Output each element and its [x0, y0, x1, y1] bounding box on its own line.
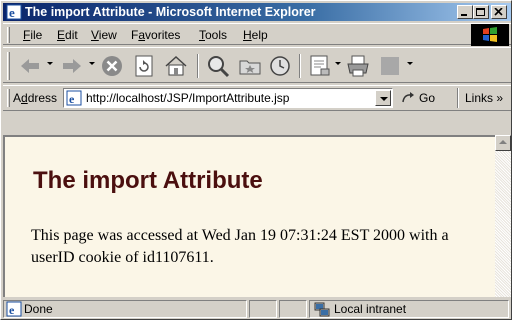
minimize-button[interactable]	[457, 5, 473, 19]
menu-file-label: ile	[30, 28, 43, 42]
address-dropdown-button[interactable]	[375, 90, 391, 106]
menu-help-label: elp	[251, 28, 268, 42]
forward-dropdown-icon[interactable]	[89, 62, 95, 65]
address-label-pre: A	[13, 91, 22, 105]
edit-icon[interactable]	[377, 53, 403, 79]
browser-window: e The import Attribute - Microsoft Inter…	[0, 0, 512, 320]
mail-icon[interactable]	[307, 53, 333, 79]
status-bar: e Done Local intranet	[3, 299, 511, 319]
ie-logo-icon: e	[6, 4, 22, 20]
menu-view-label: iew	[98, 28, 117, 42]
close-button[interactable]	[491, 5, 507, 19]
zone-text: Local intranet	[334, 302, 407, 316]
status-pane-3	[279, 300, 307, 318]
history-icon[interactable]	[267, 53, 293, 79]
address-label-rest: dress	[27, 91, 58, 105]
status-pane-zone: Local intranet	[309, 300, 509, 318]
go-arrow-icon	[402, 92, 414, 103]
menu-edit-key: E	[57, 28, 66, 42]
print-icon[interactable]	[345, 53, 371, 79]
menu-favorites[interactable]: Favorites	[131, 27, 180, 43]
menu-help-key: H	[243, 28, 252, 42]
status-pane-main: e Done	[3, 300, 247, 318]
address-url: http://localhost/JSP/ImportAttribute.jsp	[86, 91, 290, 105]
search-icon[interactable]	[205, 53, 231, 79]
page-done-icon: e	[6, 301, 22, 317]
menu-view-key: V	[91, 28, 99, 42]
menu-bar: File Edit View Favorites Tools Help	[3, 23, 511, 46]
favorites-icon[interactable]	[237, 53, 263, 79]
windows-logo-throbber	[471, 24, 509, 46]
back-icon[interactable]	[17, 53, 43, 79]
menu-grip[interactable]	[7, 27, 10, 43]
forward-icon[interactable]	[59, 53, 85, 79]
home-icon[interactable]	[163, 53, 189, 79]
mail-dropdown-icon[interactable]	[335, 62, 341, 65]
menu-edit[interactable]: Edit	[57, 27, 78, 43]
status-pane-2	[249, 300, 277, 318]
chrome-spacer	[3, 113, 511, 135]
maximize-button[interactable]	[473, 5, 489, 19]
windows-logo-icon	[483, 27, 497, 42]
refresh-icon[interactable]	[131, 53, 157, 79]
standard-toolbar	[3, 47, 511, 83]
address-bar: Address e http://localhost/JSP/ImportAtt…	[3, 85, 511, 111]
toolbar-separator-2	[299, 54, 301, 78]
page-text: This page was accessed at Wed Jan 19 07:…	[31, 227, 449, 266]
vertical-scrollbar[interactable]	[495, 135, 511, 297]
menu-view[interactable]: View	[91, 27, 117, 43]
window-title: The import Attribute - Microsoft Interne…	[25, 5, 316, 19]
go-label: Go	[419, 91, 436, 105]
address-input[interactable]: e http://localhost/JSP/ImportAttribute.j…	[63, 88, 393, 108]
address-label: Address	[13, 91, 57, 105]
edit-dropdown-icon[interactable]	[407, 62, 413, 65]
page-icon: e	[66, 90, 82, 106]
menu-tools[interactable]: Tools	[199, 27, 227, 43]
links-button[interactable]: Links »	[465, 91, 503, 105]
stop-icon[interactable]	[99, 53, 125, 79]
links-label: Links	[465, 91, 494, 105]
menu-tools-label: ools	[205, 28, 228, 42]
menu-edit-label: dit	[65, 28, 78, 42]
svg-text:e: e	[9, 303, 15, 317]
toolbar-grip[interactable]	[7, 52, 10, 80]
intranet-icon	[314, 302, 330, 317]
page-heading: The import Attribute	[33, 167, 263, 194]
scroll-up-button[interactable]	[495, 135, 511, 151]
menu-favorites-label: vorites	[145, 28, 181, 42]
svg-text:e: e	[9, 5, 15, 20]
svg-text:e: e	[69, 92, 75, 106]
toolbar-separator	[197, 54, 199, 78]
address-grip[interactable]	[7, 89, 10, 107]
menu-help[interactable]: Help	[243, 27, 268, 43]
menu-file[interactable]: File	[23, 27, 42, 43]
back-dropdown-icon[interactable]	[47, 62, 53, 65]
address-label-key: d	[21, 91, 28, 105]
page-content: The import Attribute This page was acces…	[3, 135, 495, 297]
links-chevron-icon: »	[496, 91, 504, 105]
go-button[interactable]: Go	[399, 89, 453, 109]
status-text: Done	[24, 302, 53, 316]
title-bar[interactable]: e The import Attribute - Microsoft Inter…	[3, 3, 511, 21]
links-separator	[457, 88, 459, 108]
